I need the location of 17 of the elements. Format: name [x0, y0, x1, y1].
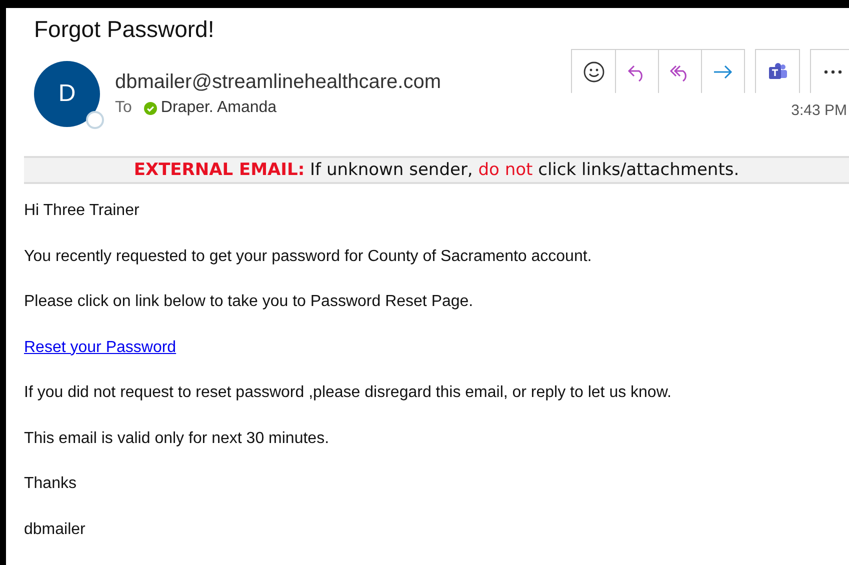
email-subject: Forgot Password! [34, 16, 214, 43]
presence-icon [86, 111, 104, 129]
to-label: To [115, 99, 132, 117]
reset-password-link[interactable]: Reset your Password [24, 338, 176, 356]
smiley-icon [582, 60, 604, 82]
body-paragraph: Thanks [24, 475, 76, 493]
body-paragraph: Please click on link below to take you to Password Reset Page. [24, 293, 474, 311]
recipient-name[interactable]: Draper. Amanda [160, 99, 277, 117]
body-paragraph: This email is valid only for next 30 minutes. [24, 430, 330, 448]
received-time: 3:43 PM [791, 102, 847, 119]
more-icon [824, 70, 842, 74]
body-paragraph: dbmailer [24, 520, 86, 538]
sender-address: dbmailer@streamlinehealthcare.com [115, 71, 441, 94]
external-warning-banner: EXTERNAL EMAIL: If unknown sender, do not click links/attachments. [24, 156, 849, 184]
body-paragraph: If you did not request to reset password ,please disregard this email, or reply to let us know. [24, 384, 672, 402]
body-paragraph: Hi Three Trainer [24, 202, 140, 220]
body-paragraph: You recently requested to get your password for County of Sacramento account. [24, 248, 592, 266]
